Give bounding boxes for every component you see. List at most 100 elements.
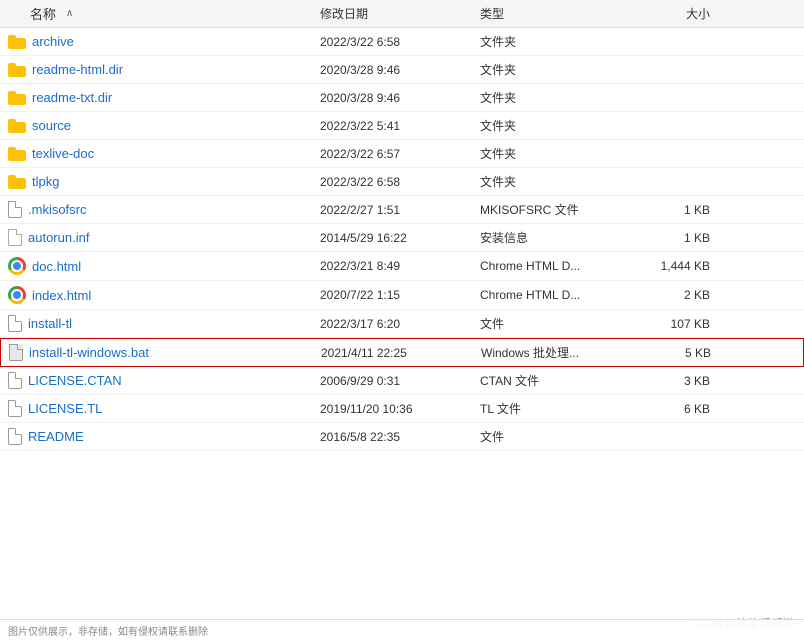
file-name-label: LICENSE.TL [28,401,102,416]
file-date: 2022/3/22 6:58 [320,175,480,189]
file-name: doc.html [0,257,320,275]
file-name: install-tl-windows.bat [1,344,321,361]
file-size: 3 KB [640,374,720,388]
file-type: 文件夹 [480,61,640,78]
file-name: autorun.inf [0,229,320,246]
file-date: 2020/3/28 9:46 [320,91,480,105]
folder-icon [8,119,26,133]
file-name-label: LICENSE.CTAN [28,373,122,388]
file-name-label: tlpkg [32,174,59,189]
file-type: 文件夹 [480,145,640,162]
file-type: 文件 [480,428,640,445]
file-name-label: readme-html.dir [32,62,123,77]
table-row[interactable]: LICENSE.CTAN 2006/9/29 0:31 CTAN 文件 3 KB [0,367,804,395]
table-row[interactable]: texlive-doc 2022/3/22 6:57 文件夹 [0,140,804,168]
table-header: 名称 ∧ 修改日期 类型 大小 [0,0,804,28]
file-name: archive [0,34,320,49]
file-size: 1 KB [640,203,720,217]
table-row[interactable]: README 2016/5/8 22:35 文件 [0,423,804,451]
file-type: 文件夹 [480,89,640,106]
file-type: 安装信息 [480,229,640,246]
file-name-label: install-tl-windows.bat [29,345,149,360]
table-row[interactable]: tlpkg 2022/3/22 6:58 文件夹 [0,168,804,196]
file-type: 文件夹 [480,33,640,50]
file-size: 1 KB [640,231,720,245]
chrome-icon [8,286,26,304]
file-date: 2006/9/29 0:31 [320,374,480,388]
file-name: source [0,118,320,133]
file-name: readme-html.dir [0,62,320,77]
col-header-type[interactable]: 类型 [480,5,640,22]
file-icon [8,201,22,218]
file-date: 2022/3/21 8:49 [320,259,480,273]
file-list: 名称 ∧ 修改日期 类型 大小 archive 2022/3/22 6:58 文… [0,0,804,451]
file-name-label: README [28,429,84,444]
file-size: 1,444 KB [640,259,720,273]
folder-icon [8,175,26,189]
file-date: 2019/11/20 10:36 [320,402,480,416]
file-date: 2020/7/22 1:15 [320,288,480,302]
file-name: readme-txt.dir [0,90,320,105]
inf-icon [8,229,22,246]
table-row[interactable]: archive 2022/3/22 6:58 文件夹 [0,28,804,56]
file-type: 文件 [480,315,640,332]
file-name-label: readme-txt.dir [32,90,112,105]
table-row[interactable]: readme-txt.dir 2020/3/28 9:46 文件夹 [0,84,804,112]
copyright-bar: 图片仅供展示，非存储，如有侵权请联系删除 [0,619,804,641]
file-name: install-tl [0,315,320,332]
table-row[interactable]: .mkisofsrc 2022/2/27 1:51 MKISOFSRC 文件 1… [0,196,804,224]
folder-icon [8,63,26,77]
file-name: .mkisofsrc [0,201,320,218]
file-date: 2022/3/17 6:20 [320,317,480,331]
file-date: 2022/2/27 1:51 [320,203,480,217]
file-size: 2 KB [640,288,720,302]
file-name-label: install-tl [28,316,72,331]
col-header-name[interactable]: 名称 ∧ [0,4,320,23]
file-date: 2021/4/11 22:25 [321,346,481,360]
bat-icon [9,344,23,361]
file-name: LICENSE.CTAN [0,372,320,389]
file-name-label: source [32,118,71,133]
file-size: 107 KB [640,317,720,331]
file-type: Chrome HTML D... [480,259,640,273]
file-icon [8,400,22,417]
table-row[interactable]: index.html 2020/7/22 1:15 Chrome HTML D.… [0,281,804,310]
file-size: 5 KB [641,346,721,360]
file-date: 2016/5/8 22:35 [320,430,480,444]
file-icon [8,315,22,332]
table-row[interactable]: install-tl-windows.bat 2021/4/11 22:25 W… [0,338,804,367]
file-type: Windows 批处理... [481,344,641,361]
file-date: 2022/3/22 6:58 [320,35,480,49]
file-type: MKISOFSRC 文件 [480,201,640,218]
folder-icon [8,91,26,105]
file-name: LICENSE.TL [0,400,320,417]
file-name: index.html [0,286,320,304]
file-type: Chrome HTML D... [480,288,640,302]
file-name-label: .mkisofsrc [28,202,87,217]
sort-arrow-icon: ∧ [66,8,73,19]
col-header-date[interactable]: 修改日期 [320,5,480,22]
file-type: TL 文件 [480,400,640,417]
col-header-size[interactable]: 大小 [640,5,720,22]
file-name-label: index.html [32,288,91,303]
table-row[interactable]: install-tl 2022/3/17 6:20 文件 107 KB [0,310,804,338]
file-icon [8,372,22,389]
table-row[interactable]: LICENSE.TL 2019/11/20 10:36 TL 文件 6 KB [0,395,804,423]
file-name-label: autorun.inf [28,230,89,245]
table-row[interactable]: readme-html.dir 2020/3/28 9:46 文件夹 [0,56,804,84]
table-row[interactable]: doc.html 2022/3/21 8:49 Chrome HTML D...… [0,252,804,281]
file-name-label: archive [32,34,74,49]
file-name-label: texlive-doc [32,146,94,161]
file-date: 2014/5/29 16:22 [320,231,480,245]
table-row[interactable]: autorun.inf 2014/5/29 16:22 安装信息 1 KB [0,224,804,252]
file-icon [8,428,22,445]
folder-icon [8,35,26,49]
file-date: 2022/3/22 5:41 [320,119,480,133]
file-type: CTAN 文件 [480,372,640,389]
file-name: tlpkg [0,174,320,189]
file-size: 6 KB [640,402,720,416]
chrome-icon [8,257,26,275]
file-name: texlive-doc [0,146,320,161]
table-row[interactable]: source 2022/3/22 5:41 文件夹 [0,112,804,140]
folder-icon [8,147,26,161]
